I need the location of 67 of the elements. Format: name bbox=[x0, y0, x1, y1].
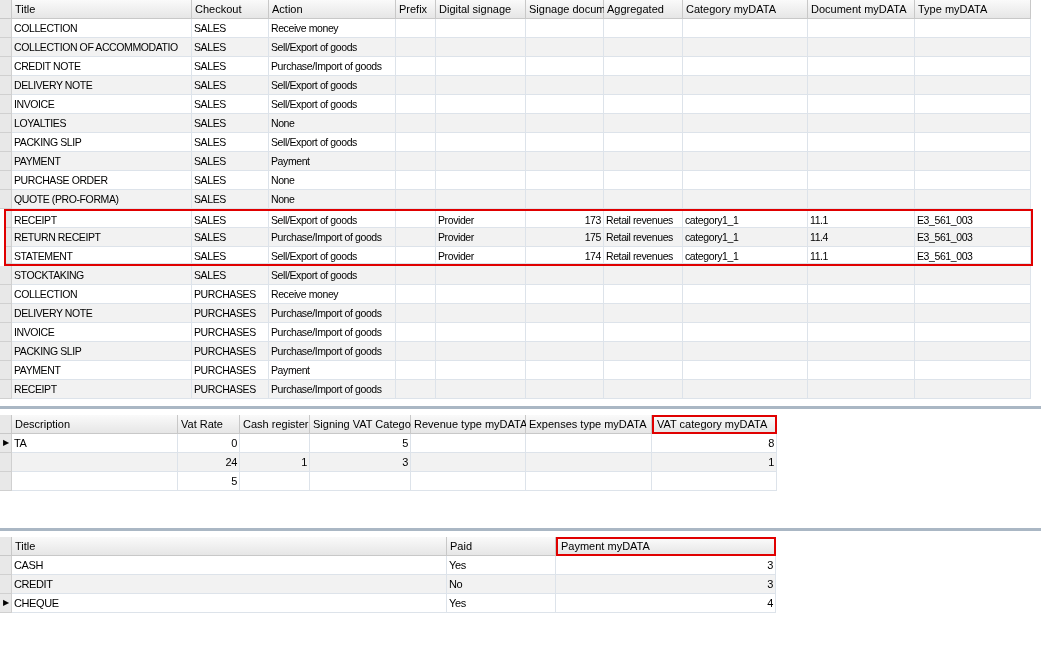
table-cell: STATEMENT bbox=[12, 247, 192, 264]
row-header[interactable] bbox=[0, 323, 12, 342]
column-header[interactable]: Action bbox=[269, 0, 396, 19]
row-header[interactable] bbox=[0, 95, 12, 114]
row-header[interactable] bbox=[0, 472, 12, 491]
table-cell bbox=[396, 247, 436, 264]
column-header[interactable]: Cash register bbox=[240, 415, 310, 434]
column-header[interactable]: Prefix bbox=[396, 0, 436, 19]
row-header[interactable] bbox=[0, 266, 12, 285]
column-header[interactable]: Expenses type myDATA bbox=[526, 415, 652, 434]
table-cell: 4 bbox=[556, 594, 776, 613]
table-cell: Provider bbox=[436, 247, 526, 264]
row-header[interactable] bbox=[0, 76, 12, 95]
row-header[interactable] bbox=[0, 453, 12, 472]
column-header[interactable]: Paid bbox=[447, 537, 556, 556]
column-header[interactable]: Title bbox=[12, 537, 447, 556]
row-header[interactable] bbox=[0, 38, 12, 57]
row-header[interactable] bbox=[0, 361, 12, 380]
row-header[interactable] bbox=[0, 556, 12, 575]
row-header[interactable] bbox=[0, 575, 12, 594]
table-cell: Retail revenues bbox=[604, 247, 683, 264]
row-header[interactable] bbox=[0, 133, 12, 152]
table-cell bbox=[396, 380, 436, 399]
row-header[interactable] bbox=[0, 57, 12, 76]
row-header bbox=[0, 0, 12, 19]
table-cell: RECEIPT bbox=[12, 380, 192, 399]
column-header[interactable]: Revenue type myDATA bbox=[411, 415, 526, 434]
column-header[interactable]: Digital signage bbox=[436, 0, 526, 19]
row-header[interactable] bbox=[0, 114, 12, 133]
table-cell: Sell/Export of goods bbox=[269, 247, 396, 264]
table-cell: SALES bbox=[192, 247, 269, 264]
column-header[interactable]: Checkout bbox=[192, 0, 269, 19]
column-header[interactable]: Aggregated bbox=[604, 0, 683, 19]
table-cell: 174 bbox=[526, 247, 604, 264]
row-header[interactable] bbox=[0, 190, 12, 209]
row-header[interactable] bbox=[0, 380, 12, 399]
column-header[interactable]: Vat Rate bbox=[178, 415, 240, 434]
column-header[interactable]: Description bbox=[12, 415, 178, 434]
row-header[interactable] bbox=[0, 285, 12, 304]
table-cell: Purchase/Import of goods bbox=[269, 380, 396, 399]
column-header[interactable]: Document myDATA bbox=[808, 0, 915, 19]
column-header[interactable]: Signing VAT Catego bbox=[310, 415, 411, 434]
row-header[interactable] bbox=[0, 152, 12, 171]
table-cell: 5 bbox=[178, 472, 240, 491]
row-header bbox=[0, 537, 12, 556]
column-header[interactable]: Category myDATA bbox=[683, 0, 808, 19]
row-header[interactable] bbox=[0, 342, 12, 361]
table-cell bbox=[240, 472, 310, 491]
row-header bbox=[0, 415, 12, 434]
table-cell: CHEQUE bbox=[12, 594, 447, 613]
column-header[interactable]: Title bbox=[12, 0, 192, 19]
row-header[interactable] bbox=[6, 247, 12, 264]
row-header[interactable] bbox=[0, 304, 12, 323]
table-cell: category1_1 bbox=[683, 247, 808, 264]
current-row-marker[interactable]: ▶ bbox=[0, 594, 12, 613]
row-header[interactable] bbox=[0, 171, 12, 190]
table-cell: PURCHASES bbox=[192, 380, 269, 399]
table-cell: 11.1 bbox=[808, 247, 915, 264]
current-row-marker[interactable]: ▶ bbox=[0, 434, 12, 453]
row-header[interactable] bbox=[6, 228, 12, 247]
row-header[interactable] bbox=[6, 211, 12, 228]
column-header[interactable]: VAT category myDATA bbox=[652, 415, 777, 434]
column-header[interactable]: Payment myDATA bbox=[556, 537, 776, 556]
column-header[interactable]: Type myDATA bbox=[915, 0, 1031, 19]
table-cell: E3_561_003 bbox=[915, 247, 1031, 264]
row-header[interactable] bbox=[0, 19, 12, 38]
table-cell: Yes bbox=[447, 594, 556, 613]
